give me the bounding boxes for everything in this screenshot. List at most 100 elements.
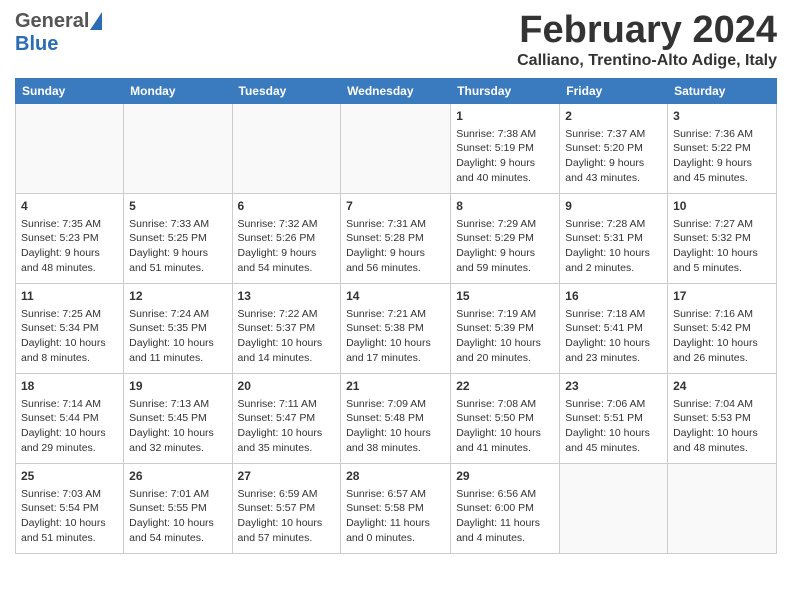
day-content: Sunrise: 7:21 AM Sunset: 5:38 PM Dayligh… bbox=[346, 307, 445, 366]
day-number: 8 bbox=[456, 198, 554, 215]
calendar-cell: 13 Sunrise: 7:22 AM Sunset: 5:37 PM Dayli… bbox=[232, 283, 341, 373]
day-content: Sunrise: 7:13 AM Sunset: 5:45 PM Dayligh… bbox=[129, 397, 226, 456]
day-number: 24 bbox=[673, 378, 771, 395]
calendar-cell: 15 Sunrise: 7:19 AM Sunset: 5:39 PM Dayli… bbox=[451, 283, 560, 373]
calendar-cell bbox=[232, 103, 341, 193]
page-header: General Blue February 2024 Calliano, Tre… bbox=[15, 10, 777, 70]
calendar-cell bbox=[560, 463, 668, 553]
day-content: Sunrise: 7:32 AM Sunset: 5:26 PM Dayligh… bbox=[238, 217, 336, 276]
calendar-cell: 12Sunrise: 7:24 AM Sunset: 5:35 PM Dayli… bbox=[124, 283, 232, 373]
calendar-cell: 23Sunrise: 7:06 AM Sunset: 5:51 PM Dayli… bbox=[560, 373, 668, 463]
day-number: 25 bbox=[21, 468, 118, 485]
day-content: Sunrise: 7:38 AM Sunset: 5:19 PM Dayligh… bbox=[456, 127, 554, 186]
day-number: 20 bbox=[238, 378, 336, 395]
day-number: 1 bbox=[456, 108, 554, 125]
day-content: Sunrise: 7:11 AM Sunset: 5:47 PM Dayligh… bbox=[238, 397, 336, 456]
calendar-cell: 29 Sunrise: 6:56 AM Sunset: 6:00 PM Dayli… bbox=[451, 463, 560, 553]
calendar-week-5: 25 Sunrise: 7:03 AM Sunset: 5:54 PM Dayli… bbox=[16, 463, 777, 553]
day-content: Sunrise: 6:59 AM Sunset: 5:57 PM Dayligh… bbox=[238, 487, 336, 546]
weekday-header-thursday: Thursday bbox=[451, 78, 560, 103]
day-content: Sunrise: 7:36 AM Sunset: 5:22 PM Dayligh… bbox=[673, 127, 771, 186]
logo: General Blue bbox=[15, 10, 102, 56]
calendar-cell: 3 Sunrise: 7:36 AM Sunset: 5:22 PM Daylig… bbox=[668, 103, 777, 193]
weekday-header-sunday: Sunday bbox=[16, 78, 124, 103]
day-content: Sunrise: 7:31 AM Sunset: 5:28 PM Dayligh… bbox=[346, 217, 445, 276]
calendar-table: SundayMondayTuesdayWednesdayThursdayFrid… bbox=[15, 78, 777, 554]
calendar-cell: 17 Sunrise: 7:16 AM Sunset: 5:42 PM Dayli… bbox=[668, 283, 777, 373]
weekday-header-saturday: Saturday bbox=[668, 78, 777, 103]
location-title: Calliano, Trentino-Alto Adige, Italy bbox=[517, 52, 777, 70]
day-number: 19 bbox=[129, 378, 226, 395]
day-number: 28 bbox=[346, 468, 445, 485]
day-content: Sunrise: 7:09 AM Sunset: 5:48 PM Dayligh… bbox=[346, 397, 445, 456]
weekday-header-friday: Friday bbox=[560, 78, 668, 103]
day-content: Sunrise: 7:25 AM Sunset: 5:34 PM Dayligh… bbox=[21, 307, 118, 366]
calendar-cell: 18 Sunrise: 7:14 AM Sunset: 5:44 PM Dayli… bbox=[16, 373, 124, 463]
calendar-cell bbox=[16, 103, 124, 193]
day-number: 13 bbox=[238, 288, 336, 305]
title-area: February 2024 Calliano, Trentino-Alto Ad… bbox=[517, 10, 777, 70]
calendar-cell: 20 Sunrise: 7:11 AM Sunset: 5:47 PM Dayli… bbox=[232, 373, 341, 463]
calendar-cell: 16Sunrise: 7:18 AM Sunset: 5:41 PM Dayli… bbox=[560, 283, 668, 373]
day-content: Sunrise: 7:08 AM Sunset: 5:50 PM Dayligh… bbox=[456, 397, 554, 456]
day-number: 22 bbox=[456, 378, 554, 395]
calendar-cell: 7 Sunrise: 7:31 AM Sunset: 5:28 PM Daylig… bbox=[341, 193, 451, 283]
day-content: Sunrise: 7:28 AM Sunset: 5:31 PM Dayligh… bbox=[565, 217, 662, 276]
calendar-cell: 1 Sunrise: 7:38 AM Sunset: 5:19 PM Daylig… bbox=[451, 103, 560, 193]
calendar-week-3: 11 Sunrise: 7:25 AM Sunset: 5:34 PM Dayli… bbox=[16, 283, 777, 373]
day-content: Sunrise: 6:56 AM Sunset: 6:00 PM Dayligh… bbox=[456, 487, 554, 546]
month-title: February 2024 bbox=[517, 10, 777, 52]
day-content: Sunrise: 7:33 AM Sunset: 5:25 PM Dayligh… bbox=[129, 217, 226, 276]
day-number: 17 bbox=[673, 288, 771, 305]
logo-general: General bbox=[15, 10, 89, 33]
day-number: 4 bbox=[21, 198, 118, 215]
day-number: 7 bbox=[346, 198, 445, 215]
day-content: Sunrise: 7:01 AM Sunset: 5:55 PM Dayligh… bbox=[129, 487, 226, 546]
day-number: 5 bbox=[129, 198, 226, 215]
calendar-cell bbox=[124, 103, 232, 193]
day-number: 29 bbox=[456, 468, 554, 485]
calendar-week-4: 18 Sunrise: 7:14 AM Sunset: 5:44 PM Dayli… bbox=[16, 373, 777, 463]
calendar-week-1: 1 Sunrise: 7:38 AM Sunset: 5:19 PM Daylig… bbox=[16, 103, 777, 193]
weekday-header-monday: Monday bbox=[124, 78, 232, 103]
day-content: Sunrise: 7:04 AM Sunset: 5:53 PM Dayligh… bbox=[673, 397, 771, 456]
calendar-cell: 19 Sunrise: 7:13 AM Sunset: 5:45 PM Dayli… bbox=[124, 373, 232, 463]
weekday-header-wednesday: Wednesday bbox=[341, 78, 451, 103]
day-content: Sunrise: 7:03 AM Sunset: 5:54 PM Dayligh… bbox=[21, 487, 118, 546]
calendar-cell: 28 Sunrise: 6:57 AM Sunset: 5:58 PM Dayli… bbox=[341, 463, 451, 553]
day-content: Sunrise: 7:24 AM Sunset: 5:35 PM Dayligh… bbox=[129, 307, 226, 366]
day-content: Sunrise: 7:16 AM Sunset: 5:42 PM Dayligh… bbox=[673, 307, 771, 366]
calendar-cell: 25 Sunrise: 7:03 AM Sunset: 5:54 PM Dayli… bbox=[16, 463, 124, 553]
day-content: Sunrise: 7:35 AM Sunset: 5:23 PM Dayligh… bbox=[21, 217, 118, 276]
weekday-header-tuesday: Tuesday bbox=[232, 78, 341, 103]
calendar-cell: 24 Sunrise: 7:04 AM Sunset: 5:53 PM Dayli… bbox=[668, 373, 777, 463]
day-number: 10 bbox=[673, 198, 771, 215]
day-number: 14 bbox=[346, 288, 445, 305]
day-number: 27 bbox=[238, 468, 336, 485]
logo-triangle-icon bbox=[90, 12, 102, 30]
day-number: 23 bbox=[565, 378, 662, 395]
day-content: Sunrise: 7:19 AM Sunset: 5:39 PM Dayligh… bbox=[456, 307, 554, 366]
day-content: Sunrise: 7:37 AM Sunset: 5:20 PM Dayligh… bbox=[565, 127, 662, 186]
calendar-cell: 6 Sunrise: 7:32 AM Sunset: 5:26 PM Daylig… bbox=[232, 193, 341, 283]
day-number: 18 bbox=[21, 378, 118, 395]
calendar-cell: 21Sunrise: 7:09 AM Sunset: 5:48 PM Dayli… bbox=[341, 373, 451, 463]
calendar-body: 1 Sunrise: 7:38 AM Sunset: 5:19 PM Daylig… bbox=[16, 103, 777, 553]
calendar-cell: 14 Sunrise: 7:21 AM Sunset: 5:38 PM Dayli… bbox=[341, 283, 451, 373]
logo-blue: Blue bbox=[15, 33, 58, 56]
weekday-row: SundayMondayTuesdayWednesdayThursdayFrid… bbox=[16, 78, 777, 103]
day-content: Sunrise: 6:57 AM Sunset: 5:58 PM Dayligh… bbox=[346, 487, 445, 546]
calendar-header: SundayMondayTuesdayWednesdayThursdayFrid… bbox=[16, 78, 777, 103]
calendar-cell: 27 Sunrise: 6:59 AM Sunset: 5:57 PM Dayli… bbox=[232, 463, 341, 553]
day-number: 11 bbox=[21, 288, 118, 305]
calendar-cell: 11 Sunrise: 7:25 AM Sunset: 5:34 PM Dayli… bbox=[16, 283, 124, 373]
day-number: 15 bbox=[456, 288, 554, 305]
day-content: Sunrise: 7:22 AM Sunset: 5:37 PM Dayligh… bbox=[238, 307, 336, 366]
day-number: 26 bbox=[129, 468, 226, 485]
day-number: 6 bbox=[238, 198, 336, 215]
calendar-cell bbox=[668, 463, 777, 553]
calendar-cell: 5 Sunrise: 7:33 AM Sunset: 5:25 PM Daylig… bbox=[124, 193, 232, 283]
calendar-cell: 26 Sunrise: 7:01 AM Sunset: 5:55 PM Dayli… bbox=[124, 463, 232, 553]
day-number: 3 bbox=[673, 108, 771, 125]
day-content: Sunrise: 7:14 AM Sunset: 5:44 PM Dayligh… bbox=[21, 397, 118, 456]
